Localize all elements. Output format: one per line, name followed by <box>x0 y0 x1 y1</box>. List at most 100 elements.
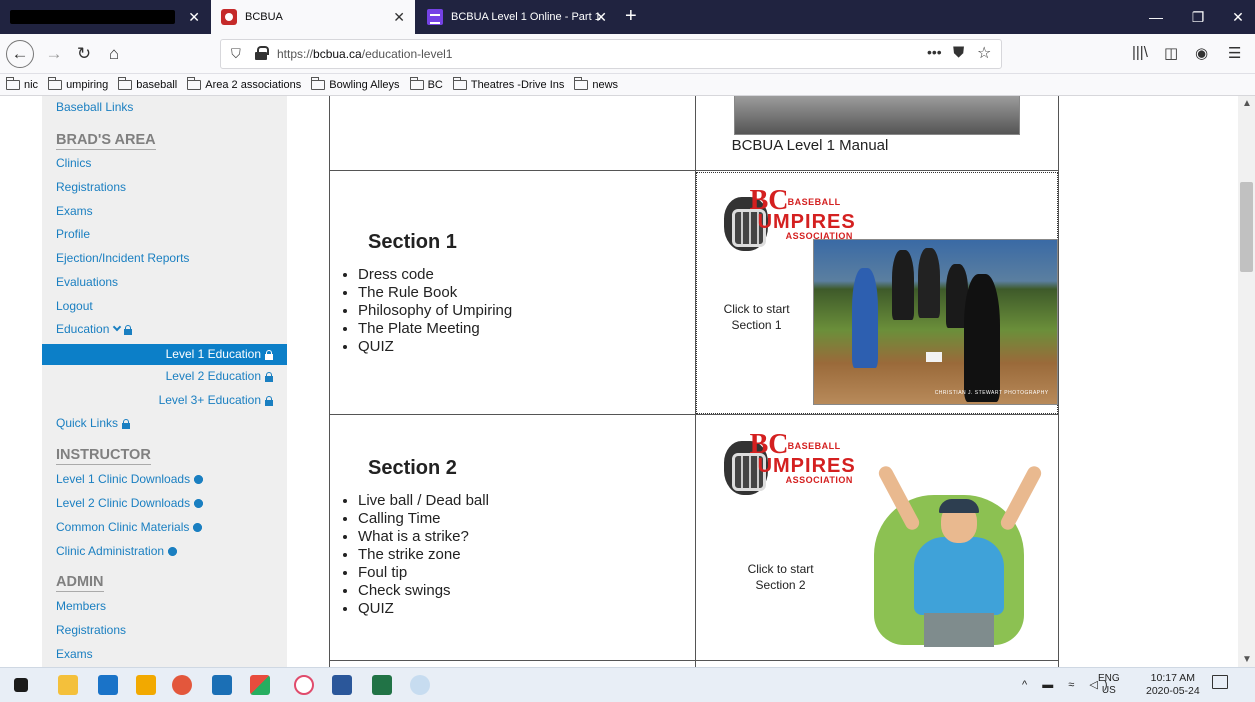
section-2-start-label[interactable]: Click to start Section 2 <box>726 561 836 593</box>
sidebar-link-baseball-links[interactable]: Baseball Links <box>56 100 133 114</box>
sidebar-link-education[interactable]: Education <box>56 322 133 336</box>
tab-level1-online[interactable]: BCBUA Level 1 Online - Part 1 ✕ <box>417 0 617 34</box>
close-icon[interactable]: ✕ <box>595 9 607 26</box>
page-actions-icon[interactable]: ••• <box>927 44 942 60</box>
reload-icon[interactable]: ↻ <box>70 40 98 68</box>
sidebar-link-logout[interactable]: Logout <box>56 299 93 313</box>
windows-taskbar: ^ ▬ ≈ ◁) ENG US 10:17 AM 2020-05-24 <box>0 667 1255 702</box>
tab-strip: ✕ BCBUA ✕ BCBUA Level 1 Online - Part 1 … <box>0 0 1255 34</box>
sidebar-link-admin-registrations[interactable]: Registrations <box>56 623 126 637</box>
scroll-down-icon[interactable]: ▼ <box>1242 654 1252 665</box>
window-close-icon[interactable]: ✕ <box>1220 0 1255 34</box>
sidebar-link-profile[interactable]: Profile <box>56 227 90 241</box>
excel-icon[interactable] <box>372 675 392 695</box>
app-icon[interactable] <box>212 675 232 695</box>
course-sections-table: BCBUA Level 1 Manual Section 1 Dress cod… <box>329 96 1060 667</box>
sidebar-link-common-materials[interactable]: Common Clinic Materials <box>56 520 203 534</box>
word-icon[interactable] <box>332 675 352 695</box>
sidebar-link-level2-downloads[interactable]: Level 2 Clinic Downloads <box>56 496 204 510</box>
manual-link-caption[interactable]: BCBUA Level 1 Manual <box>732 137 889 154</box>
app-icon[interactable] <box>250 675 270 695</box>
chevron-down-icon <box>113 322 122 332</box>
list-item: The Rule Book <box>358 284 695 302</box>
bookmark-folder[interactable]: baseball <box>118 76 177 91</box>
url-bar[interactable]: ⛉ https://bcbua.ca/education-level1 ••• … <box>220 39 1002 69</box>
gear-icon <box>168 547 178 556</box>
system-clock[interactable]: 10:17 AM 2020-05-24 <box>1146 672 1200 698</box>
section-1-start-label[interactable]: Click to start Section 1 <box>702 301 812 333</box>
forward-arrow-icon[interactable]: → <box>40 40 68 68</box>
close-icon[interactable]: ✕ <box>188 9 200 26</box>
close-icon[interactable]: ✕ <box>393 9 405 26</box>
lock-icon[interactable] <box>255 46 269 60</box>
file-explorer-icon[interactable] <box>58 675 78 695</box>
scrollbar-thumb[interactable] <box>1240 182 1253 272</box>
notification-center-icon[interactable] <box>1212 675 1228 689</box>
folder-icon <box>574 76 589 90</box>
bookmark-folder[interactable]: nic <box>6 76 38 91</box>
sidebar-link-exams[interactable]: Exams <box>56 204 93 218</box>
bookmark-folder[interactable]: Bowling Alleys <box>311 76 400 91</box>
bookmark-folder[interactable]: Area 2 associations <box>187 76 301 91</box>
library-icon[interactable]: |||\ <box>1132 44 1148 61</box>
course-favicon-icon <box>427 9 443 25</box>
restore-icon[interactable]: ❐ <box>1180 0 1216 34</box>
firefox-icon[interactable] <box>172 675 192 695</box>
bookmark-folder[interactable]: news <box>574 76 618 91</box>
sidebar-toggle-icon[interactable]: ◫ <box>1164 44 1178 62</box>
folder-icon <box>48 76 63 90</box>
sidebar-link-clinics[interactable]: Clinics <box>56 156 91 170</box>
mail-icon[interactable] <box>98 675 118 695</box>
windows-start-icon[interactable] <box>14 678 28 692</box>
new-tab-plus-icon[interactable]: + <box>625 4 637 28</box>
page-scrollbar[interactable]: ▲ ▼ <box>1238 96 1255 667</box>
tab-bcbua[interactable]: BCBUA ✕ <box>211 0 415 34</box>
bookmark-folder[interactable]: umpiring <box>48 76 108 91</box>
manual-cover-photo[interactable] <box>733 96 1020 135</box>
app-icon[interactable] <box>136 675 156 695</box>
umpire-figure <box>917 248 940 318</box>
sidebar-heading-instructor: INSTRUCTOR <box>56 447 151 465</box>
gear-icon <box>194 475 204 484</box>
sidebar-item-level1-education-active[interactable]: Level 1 Education <box>42 344 287 365</box>
umpire-figure <box>963 274 1000 402</box>
sidebar-link-evaluations[interactable]: Evaluations <box>56 275 118 289</box>
account-icon[interactable]: ◉ <box>1195 44 1208 62</box>
sidebar-link-clinic-administration[interactable]: Clinic Administration <box>56 544 178 558</box>
pocket-icon[interactable]: ⛊ <box>953 44 964 61</box>
folder-icon <box>409 76 424 90</box>
sidebar-link-level2-education[interactable]: Level 2 Education <box>56 369 287 383</box>
bookmark-star-icon[interactable]: ☆ <box>977 43 991 63</box>
sidebar-link-level1-downloads[interactable]: Level 1 Clinic Downloads <box>56 472 204 486</box>
sidebar-link-level1-education[interactable]: Level 1 Education <box>42 347 287 361</box>
sidebar-link-admin-exams[interactable]: Exams <box>56 647 93 661</box>
url-text[interactable]: https://bcbua.ca/education-level1 <box>277 47 452 61</box>
hamburger-menu-icon[interactable]: ☰ <box>1228 44 1241 62</box>
sidebar-link-ejection-reports[interactable]: Ejection/Incident Reports <box>56 251 189 265</box>
bookmarks-toolbar: nic umpiring baseball Area 2 association… <box>0 74 1255 96</box>
home-icon[interactable]: ⌂ <box>100 40 128 68</box>
input-language-indicator[interactable]: ENG US <box>1098 673 1120 697</box>
manual-cell[interactable]: BCBUA Level 1 Manual <box>694 96 1060 171</box>
section-2-start-card[interactable]: BC BASEBALL UMPIRES ASSOCIATION Click to… <box>694 414 1060 661</box>
tracking-shield-icon[interactable]: ⛉ <box>231 46 241 62</box>
tab-redacted[interactable]: ✕ <box>0 0 210 34</box>
plate-meeting-photo[interactable]: CHRISTIAN J. STEWART PHOTOGRAPHY <box>812 239 1058 405</box>
scroll-up-icon[interactable]: ▲ <box>1242 98 1252 109</box>
list-item: Dress code <box>358 266 695 284</box>
folder-icon <box>6 76 20 90</box>
bookmark-folder[interactable]: Theatres -Drive Ins <box>452 76 564 91</box>
itunes-icon[interactable] <box>294 675 314 695</box>
sidebar-link-registrations[interactable]: Registrations <box>56 180 126 194</box>
bookmark-folder[interactable]: BC <box>409 76 443 91</box>
paint-icon[interactable] <box>410 675 430 695</box>
minimize-icon[interactable]: — <box>1138 0 1174 34</box>
sidebar-link-members[interactable]: Members <box>56 599 106 613</box>
list-item: Foul tip <box>358 564 695 582</box>
bcbua-logo: BC BASEBALL UMPIRES ASSOCIATION <box>706 429 855 519</box>
sidebar-link-quick-links[interactable]: Quick Links <box>56 416 131 430</box>
section-1-start-card[interactable]: BC BASEBALL UMPIRES ASSOCIATION Click to… <box>694 170 1060 415</box>
sidebar-link-level3-education[interactable]: Level 3+ Education <box>56 393 287 407</box>
back-arrow-icon[interactable]: ← <box>6 40 34 68</box>
section-1-title: Section 1 <box>368 231 457 253</box>
